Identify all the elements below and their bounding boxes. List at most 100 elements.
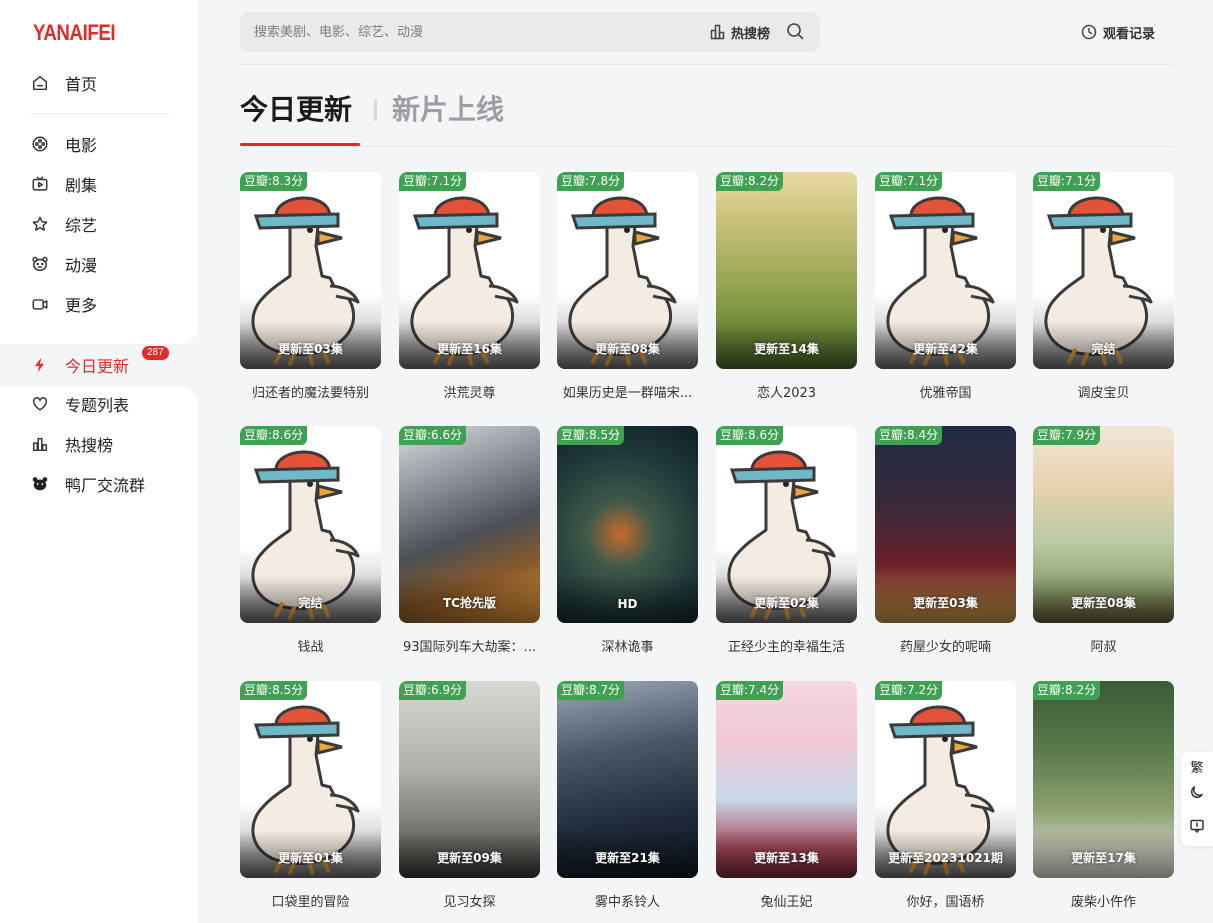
sidebar-item-anime[interactable]: 动漫: [30, 252, 97, 276]
video-title[interactable]: 归还者的魔法要特别: [240, 382, 381, 401]
douban-score-badge: 豆瓣:6.6分: [399, 426, 467, 445]
poster-image[interactable]: 豆瓣:8.6分完结: [240, 426, 381, 623]
poster-image[interactable]: 豆瓣:7.1分完结: [1033, 172, 1174, 369]
bar-chart-icon: [710, 24, 725, 40]
sidebar-item-topics[interactable]: 专题列表: [30, 392, 129, 416]
hot-search-label: 热搜榜: [731, 26, 771, 42]
sidebar-item-home[interactable]: 首页: [30, 71, 97, 95]
poster-image[interactable]: 豆瓣:7.1分 更新至42集: [875, 172, 1016, 369]
video-title[interactable]: 如果历史是一群喵宋...: [557, 382, 698, 401]
hot-search-button[interactable]: 热搜榜: [710, 22, 770, 42]
poster-image[interactable]: 豆瓣:8.2分更新至17集: [1033, 681, 1174, 878]
lightning-icon: [30, 355, 50, 375]
poster-image[interactable]: 豆瓣:6.9分 更新至09集: [399, 681, 540, 878]
tab-separator: [374, 99, 377, 121]
video-title[interactable]: 钱战: [240, 636, 381, 655]
video-title[interactable]: 雾中系铃人: [557, 891, 698, 910]
sidebar-item-label: 电影: [65, 136, 98, 155]
poster-image[interactable]: 豆瓣:6.6分 TC抢先版: [399, 426, 540, 623]
poster-image[interactable]: 豆瓣:8.7分 更新至21集: [557, 681, 698, 878]
sidebar-item-label: 专题列表: [65, 396, 130, 415]
poster-image[interactable]: 豆瓣:7.9分更新至08集: [1033, 426, 1174, 623]
tabs-divider: [240, 146, 1173, 147]
sidebar: YANAIFEI 首页 电影 剧集 综艺 动漫 更多 今日更新 287 专题列表…: [0, 0, 200, 923]
episode-status: 更新至08集: [1071, 596, 1136, 610]
douban-score-badge: 豆瓣:7.9分: [1033, 426, 1101, 445]
sidebar-item-label: 更多: [65, 296, 98, 315]
poster-image[interactable]: 豆瓣:7.2分 更新至20231021期: [875, 681, 1016, 878]
poster-image[interactable]: 豆瓣:7.1分 更新至16集: [399, 172, 540, 369]
douban-score-badge: 豆瓣:8.2分: [1033, 681, 1101, 700]
heart-icon: [30, 394, 50, 414]
episode-status: 完结: [1091, 342, 1116, 356]
sidebar-item-movies[interactable]: 电影: [30, 132, 97, 156]
episode-status: 更新至20231021期: [888, 851, 1003, 865]
poster-image[interactable]: 豆瓣:7.8分 更新至08集: [557, 172, 698, 369]
episode-status: HD: [617, 597, 638, 611]
sidebar-item-label: 动漫: [65, 256, 98, 275]
episode-status: 更新至14集: [754, 342, 819, 356]
poster-image[interactable]: 豆瓣:8.2分 更新至14集: [716, 172, 857, 369]
sidebar-item-series[interactable]: 剧集: [30, 172, 97, 196]
episode-status: 更新至13集: [754, 851, 819, 865]
search-input[interactable]: [254, 12, 674, 52]
sidebar-item-label: 鸭厂交流群: [65, 476, 146, 495]
floating-toolbar: 繁: [1181, 752, 1213, 846]
video-title[interactable]: 正经少主的幸福生活: [716, 636, 857, 655]
tab-today-updates[interactable]: 今日更新: [240, 92, 352, 128]
dark-mode-toggle[interactable]: [1181, 778, 1213, 806]
poster-image[interactable]: 豆瓣:8.5分 HD: [557, 426, 698, 623]
sidebar-item-variety[interactable]: 综艺: [30, 212, 97, 236]
search-button[interactable]: [786, 22, 806, 42]
poster-image[interactable]: 豆瓣:8.5分 更新至01集: [240, 681, 381, 878]
episode-status: 更新至17集: [1071, 851, 1136, 865]
video-title[interactable]: 优雅帝国: [875, 382, 1016, 401]
tv-icon: [30, 174, 50, 194]
video-title[interactable]: 深林诡事: [557, 636, 698, 655]
douban-score-badge: 豆瓣:7.1分: [1033, 172, 1101, 191]
douban-score-badge: 豆瓣:7.4分: [716, 681, 784, 700]
episode-status: 完结: [298, 596, 323, 610]
douban-score-badge: 豆瓣:8.6分: [240, 426, 308, 445]
sidebar-item-label: 今日更新: [65, 357, 130, 376]
traditional-chinese-toggle[interactable]: 繁: [1181, 752, 1213, 780]
bear-face-icon: [30, 474, 50, 494]
moon-icon: [1190, 786, 1203, 799]
star-icon: [30, 214, 50, 234]
video-title[interactable]: 口袋里的冒险: [240, 891, 381, 910]
video-title[interactable]: 废柴小仵作: [1033, 891, 1174, 910]
video-title[interactable]: 洪荒灵尊: [399, 382, 540, 401]
sidebar-item-label: 热搜榜: [65, 436, 114, 455]
search-bar: 热搜榜: [240, 12, 820, 52]
sidebar-item-community[interactable]: 鸭厂交流群: [30, 472, 145, 496]
watch-history-button[interactable]: 观看记录: [1081, 22, 1155, 42]
poster-image[interactable]: 豆瓣:8.6分 更新至02集: [716, 426, 857, 623]
douban-score-badge: 豆瓣:8.6分: [716, 426, 784, 445]
sidebar-item-today-updates[interactable]: 今日更新: [30, 353, 129, 377]
video-title[interactable]: 你好，国语桥: [875, 891, 1016, 910]
feedback-button[interactable]: [1181, 812, 1213, 840]
douban-score-badge: 豆瓣:7.1分: [875, 172, 943, 191]
video-title[interactable]: 药屋少女的呢喃: [875, 636, 1016, 655]
video-title[interactable]: 兔仙王妃: [716, 891, 857, 910]
bear-face-icon: [30, 254, 50, 274]
douban-score-badge: 豆瓣:8.5分: [557, 426, 625, 445]
poster-image[interactable]: 豆瓣:8.4分 更新至03集: [875, 426, 1016, 623]
episode-status: 更新至08集: [595, 342, 660, 356]
update-count-badge: 287: [142, 346, 169, 360]
video-title[interactable]: 调皮宝贝: [1033, 382, 1174, 401]
sidebar-item-label: 首页: [65, 75, 98, 94]
tab-new-releases[interactable]: 新片上线: [392, 92, 504, 128]
sidebar-item-hot-search[interactable]: 热搜榜: [30, 432, 113, 456]
video-title[interactable]: 恋人2023: [716, 382, 857, 401]
poster-image[interactable]: 豆瓣:7.4分更新至13集: [716, 681, 857, 878]
sidebar-divider: [30, 113, 170, 114]
poster-image[interactable]: 豆瓣:8.3分 更新至03集: [240, 172, 381, 369]
video-title[interactable]: 阿叔: [1033, 636, 1174, 655]
video-title[interactable]: 见习女探: [399, 891, 540, 910]
sidebar-item-more[interactable]: 更多: [30, 292, 97, 316]
site-logo[interactable]: YANAIFEI: [33, 20, 116, 46]
sidebar-item-label: 综艺: [65, 216, 98, 235]
film-reel-icon: [30, 134, 50, 154]
video-title[interactable]: 93国际列车大劫案：...: [399, 636, 540, 655]
